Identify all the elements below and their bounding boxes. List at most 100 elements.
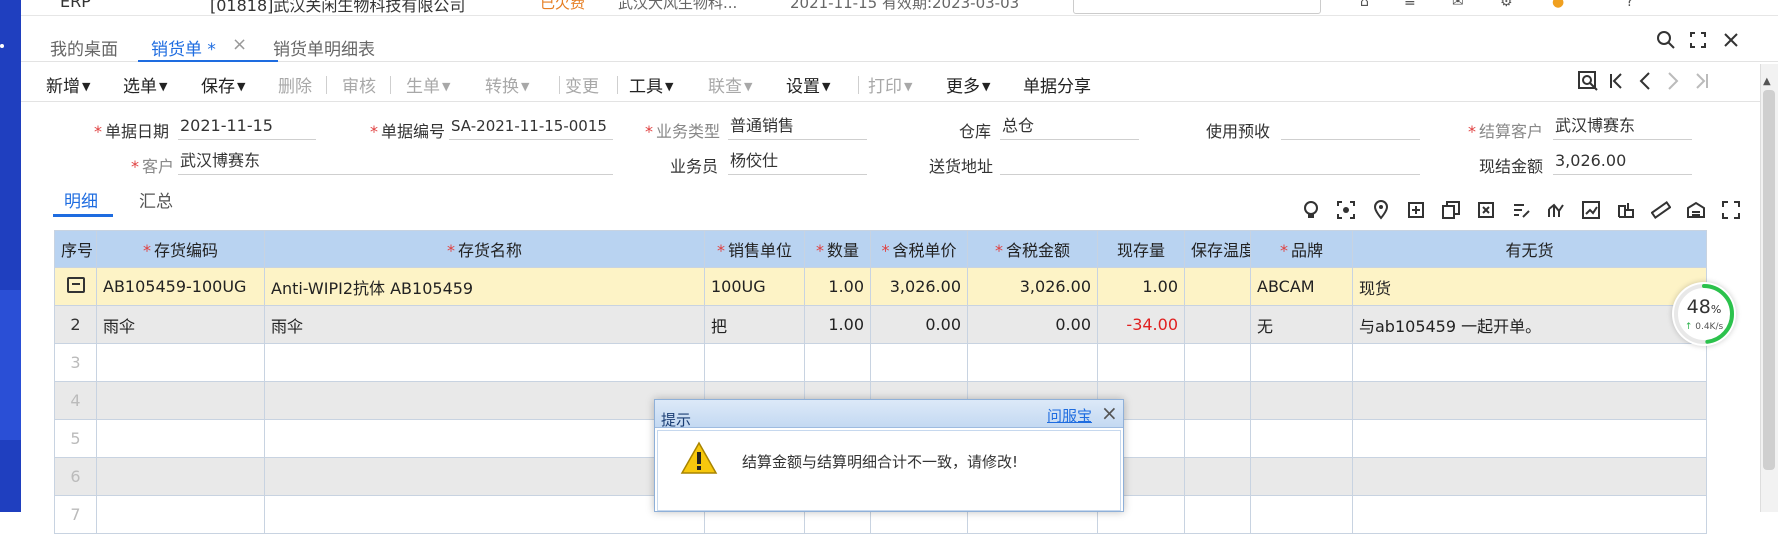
query-button[interactable]: 联查 ▼ [708,72,752,97]
cell-temp[interactable] [1184,457,1251,496]
cell-temp[interactable] [1184,305,1251,344]
cell-avail[interactable] [1352,495,1707,534]
cell-unit[interactable]: 100UG [704,267,805,306]
select-button[interactable]: 选单 ▼ [123,72,167,97]
ruler-icon[interactable] [1650,200,1672,222]
col-header-brand[interactable]: * 品牌 [1250,230,1353,268]
first-record-icon[interactable] [1605,70,1629,98]
cell-qty[interactable] [804,343,871,382]
audit-button[interactable]: 审核 [342,72,376,97]
change-button[interactable]: 变更 [565,72,599,97]
coin-icon[interactable]: ● [1552,0,1570,12]
fullscreen-icon[interactable] [1720,200,1742,222]
col-header-price[interactable]: * 含税单价 [870,230,968,268]
cell-brand[interactable] [1250,495,1353,534]
trend-icon[interactable] [1580,200,1602,222]
cell-unit[interactable]: 把 [704,305,805,344]
save-button[interactable]: 保存 ▼ [201,72,245,97]
search-icon[interactable] [1654,30,1678,54]
cell-brand[interactable]: ABCAM [1250,267,1353,306]
network-speed-gauge[interactable]: 48% ↑ 0.4K/s [1672,282,1736,346]
row-edit-icon[interactable] [66,276,85,293]
last-record-icon[interactable] [1689,70,1713,98]
add-row-icon[interactable] [1405,200,1427,222]
col-header-name[interactable]: * 存货名称 [264,230,705,268]
scroll-up-icon[interactable]: ▲ [1763,76,1771,87]
print-button[interactable]: 打印 ▼ [868,72,912,97]
previous-record-icon[interactable] [1633,70,1657,98]
customer-field[interactable]: 武汉博赛东 [178,149,613,175]
cell-name[interactable] [264,457,705,496]
list-icon[interactable]: ≡ [1404,0,1422,12]
layout-icon[interactable] [1615,200,1637,222]
convert-button[interactable]: 转换 ▼ [485,72,529,97]
delete-row-icon[interactable] [1475,200,1497,222]
warehouse-field[interactable]: 总仓 [1000,114,1139,140]
col-header-stock[interactable]: 现存量 [1097,230,1185,268]
maximize-icon[interactable] [1686,30,1710,54]
cell-amount[interactable]: 0.00 [967,305,1098,344]
doc-date-field[interactable]: 2021-11-15 [178,114,316,140]
cell-code[interactable] [96,343,265,382]
cell-name[interactable] [264,495,705,534]
settle-customer-field[interactable]: 武汉博赛东 [1553,114,1692,140]
cell-price[interactable]: 3,026.00 [870,267,968,306]
table-row[interactable]: 3 [54,343,1707,382]
cell-price[interactable]: 0.00 [870,305,968,344]
cell-temp[interactable] [1184,419,1251,458]
cell-name[interactable] [264,343,705,382]
cell-avail[interactable] [1352,381,1707,420]
lightbulb-icon[interactable] [1300,200,1322,222]
add-button[interactable]: 新增 ▼ [46,72,90,97]
tab-sales-order[interactable]: 销货单 * [151,35,216,60]
table-row[interactable]: 2 雨伞 雨伞 把 1.00 0.00 0.00 -34.00 无 与ab105… [54,305,1707,344]
notice-badge[interactable]: 已欠费 [540,0,585,13]
cell-amount[interactable] [967,343,1098,382]
table-row[interactable]: AB105459-100UG Anti-WIPI2抗体 AB105459 100… [54,267,1707,306]
delete-button[interactable]: 删除 [278,72,312,97]
cell-temp[interactable] [1184,267,1251,306]
settings-button[interactable]: 设置 ▼ [786,72,830,97]
biz-type-field[interactable]: 普通销售 [728,114,867,140]
row-action-cell[interactable] [54,267,97,306]
scan-icon[interactable] [1335,200,1357,222]
cell-brand[interactable] [1250,457,1353,496]
cell-code[interactable] [96,495,265,534]
cell-temp[interactable] [1184,343,1251,382]
cell-code[interactable] [96,381,265,420]
chart-icon[interactable] [1545,200,1567,222]
tab-sales-detail-report[interactable]: 销货单明细表 [273,35,375,60]
cell-avail[interactable] [1352,343,1707,382]
cell-price[interactable] [870,343,968,382]
more-button[interactable]: 更多 ▼ [946,72,990,97]
cell-brand[interactable] [1250,343,1353,382]
cell-avail[interactable] [1352,457,1707,496]
cell-avail[interactable]: 与ab105459 一起开单。 [1352,305,1707,344]
col-header-amount[interactable]: * 含税金额 [967,230,1098,268]
col-header-qty[interactable]: * 数量 [804,230,871,268]
cell-temp[interactable] [1184,381,1251,420]
tools-button[interactable]: 工具 ▼ [629,72,673,97]
cell-code[interactable]: AB105459-100UG [96,267,265,306]
close-window-icon[interactable] [1719,30,1743,54]
doc-no-field[interactable]: SA-2021-11-15-0015 [449,114,613,140]
cell-qty[interactable]: 1.00 [804,305,871,344]
close-icon[interactable]: × [1101,401,1118,425]
col-header-temp[interactable]: 保存温度 [1184,230,1251,268]
cell-name[interactable] [264,419,705,458]
share-button[interactable]: 单据分享 [1023,72,1091,97]
help-icon[interactable]: ? [1626,0,1644,12]
cash-amount-field[interactable]: 3,026.00 [1553,149,1692,175]
col-header-idx[interactable]: 序号 [54,230,97,268]
generate-button[interactable]: 生单 ▼ [406,72,450,97]
address-field[interactable] [1000,149,1420,175]
dialog-header[interactable]: 提示 问服宝 × [655,400,1123,429]
cell-qty[interactable]: 1.00 [804,267,871,306]
location-icon[interactable] [1370,200,1392,222]
cell-brand[interactable]: 无 [1250,305,1353,344]
cell-avail[interactable] [1352,419,1707,458]
cell-unit[interactable] [704,343,805,382]
tab-summary[interactable]: 汇总 [139,187,173,212]
warehouse-icon[interactable] [1685,200,1707,222]
menu-search-input[interactable] [1073,0,1321,14]
